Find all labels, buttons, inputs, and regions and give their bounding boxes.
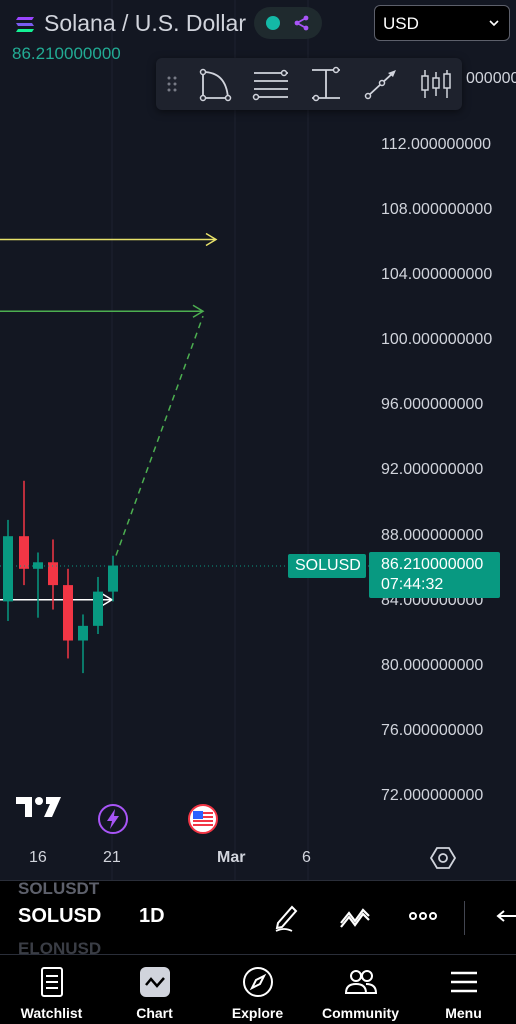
candle-body[interactable] xyxy=(93,591,103,626)
indicators-icon[interactable] xyxy=(338,899,372,933)
current-price-tag: 86.210000000 07:44:32 xyxy=(369,552,500,598)
price-axis-label: 108.000000000 xyxy=(381,201,493,218)
price-axis-label: 96.000000000 xyxy=(381,396,484,413)
price-axis-label: 72.000000000 xyxy=(381,787,484,804)
drawing-toolbar xyxy=(156,58,462,110)
indicators-tool-icon[interactable] xyxy=(416,64,456,104)
chevron-down-icon xyxy=(489,20,499,27)
price-axis-label: 92.000000000 xyxy=(381,461,484,478)
drawing-pencil-icon[interactable] xyxy=(270,899,304,933)
time-axis-label: 21 xyxy=(103,849,121,866)
toolbar-divider xyxy=(464,901,465,935)
bottom-navigation: Watchlist Chart Explore Community Menu xyxy=(0,954,516,1024)
candle-body[interactable] xyxy=(63,585,73,641)
time-axis-label: 16 xyxy=(29,849,47,866)
candle-body[interactable] xyxy=(33,562,43,569)
nav-label: Explore xyxy=(231,1005,284,1021)
timeframe-selector[interactable]: 1D xyxy=(139,905,165,928)
tradingview-logo-icon[interactable] xyxy=(16,795,62,819)
market-status-pill[interactable] xyxy=(254,7,322,39)
fib-retracement-tool-icon[interactable] xyxy=(250,64,290,104)
currency-value: USD xyxy=(383,14,419,33)
symbol-price-tag: SOLUSD xyxy=(288,554,366,578)
price-axis-label: 80.000000000 xyxy=(381,657,484,674)
candle-body[interactable] xyxy=(3,536,13,602)
time-axis-label: 6 xyxy=(302,849,311,866)
nav-label: Watchlist xyxy=(20,1005,83,1021)
nav-community[interactable]: Community xyxy=(309,955,412,1024)
community-icon xyxy=(344,970,377,994)
currency-select[interactable]: USD xyxy=(374,5,510,41)
price-axis-label: 76.000000000 xyxy=(381,722,484,739)
market-open-dot xyxy=(266,16,280,30)
price-chart[interactable] xyxy=(0,0,516,880)
drag-handle-icon[interactable] xyxy=(160,64,184,104)
projection-line[interactable] xyxy=(115,315,204,556)
solana-logo-icon xyxy=(16,17,34,32)
chart-grid xyxy=(111,0,309,880)
candle-body[interactable] xyxy=(108,565,118,592)
price-axis-label: 104.000000000 xyxy=(381,266,493,283)
symbol-bar: SOLUSDT SOLUSD 1D ELONUSD xyxy=(0,879,516,958)
nav-label: Community xyxy=(322,1005,399,1021)
candle-body[interactable] xyxy=(19,536,29,569)
watchlist-icon xyxy=(40,967,63,997)
measure-tool-icon[interactable] xyxy=(306,64,346,104)
nav-explore[interactable]: Explore xyxy=(206,955,309,1024)
candle-body[interactable] xyxy=(78,625,88,641)
share-icon[interactable] xyxy=(292,13,312,33)
compass-icon xyxy=(242,967,273,997)
symbol-selector[interactable]: SOLUSD xyxy=(18,905,101,928)
trend-line-tool-icon[interactable] xyxy=(360,64,400,104)
symbol-title[interactable]: Solana / U.S. Dollar xyxy=(44,10,246,37)
us-flag-event-icon[interactable] xyxy=(187,803,219,835)
price-axis-label: 000000 xyxy=(466,70,516,87)
symbol-tag-label: SOLUSD xyxy=(295,557,361,574)
nav-label: Menu xyxy=(445,1005,482,1021)
price-axis-label: 100.000000000 xyxy=(381,331,493,348)
curve-tool-icon[interactable] xyxy=(196,64,236,104)
price-axis-label: 112.000000000 xyxy=(381,136,492,153)
adjacent-symbol-prev[interactable]: SOLUSDT xyxy=(18,879,99,899)
nav-menu[interactable]: Menu xyxy=(412,955,515,1024)
price-axis-label: 88.000000000 xyxy=(381,527,484,544)
nav-watchlist[interactable]: Watchlist xyxy=(0,955,103,1024)
current-price-value: 86.210000000 xyxy=(381,556,484,573)
bar-countdown: 07:44:32 xyxy=(381,576,444,593)
more-options-icon[interactable] xyxy=(406,899,440,933)
last-price: 86.210000000 xyxy=(12,44,121,63)
lightning-event-icon[interactable] xyxy=(97,803,129,835)
nav-label: Chart xyxy=(136,1005,173,1021)
time-axis-label: Mar xyxy=(217,849,246,866)
chart-icon xyxy=(139,967,170,997)
menu-icon xyxy=(450,971,477,993)
nav-chart[interactable]: Chart xyxy=(103,955,206,1024)
undo-icon[interactable] xyxy=(490,899,516,933)
chart-settings-icon[interactable] xyxy=(430,846,456,870)
